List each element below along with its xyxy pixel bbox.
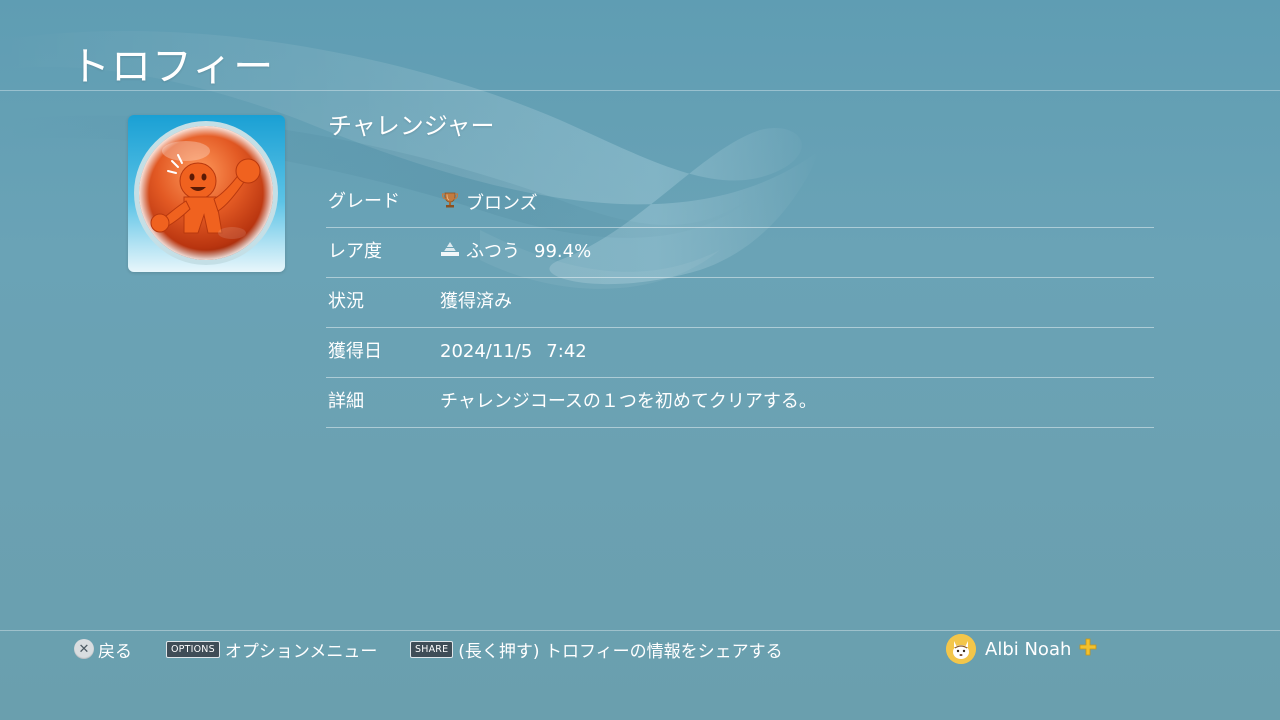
info-label-rarity: レア度 bbox=[328, 241, 382, 262]
rarity-pyramid-icon bbox=[440, 240, 460, 264]
info-label-earned-date: 獲得日 bbox=[328, 341, 382, 362]
info-value-status: 獲得済み bbox=[440, 291, 512, 312]
info-row-status: 状況 獲得済み bbox=[326, 278, 1154, 328]
avatar bbox=[946, 634, 976, 664]
info-value-rarity: ふつう 99.4% bbox=[440, 240, 591, 264]
rarity-text: ふつう bbox=[466, 241, 520, 262]
grade-text: ブロンズ bbox=[466, 192, 538, 214]
bronze-trophy-icon bbox=[440, 190, 460, 217]
back-label: 戻る bbox=[98, 641, 132, 662]
options-label: オプションメニュー bbox=[224, 641, 378, 662]
share-hint[interactable]: SHARE (長く押す) トロフィーの情報をシェアする bbox=[410, 636, 783, 662]
footer-hints: ✕ 戻る OPTIONS オプションメニュー SHARE (長く押す) トロフィ… bbox=[0, 634, 1280, 664]
user-name: Albi Noah bbox=[985, 638, 1072, 660]
info-row-rarity: レア度 ふつう 99.4% bbox=[326, 228, 1154, 278]
info-value-earned-date: 2024/11/5 7:42 bbox=[440, 340, 587, 364]
info-row-details: 詳細 チャレンジコースの１つを初めてクリアする。 bbox=[326, 378, 1154, 428]
share-label: (長く押す) トロフィーの情報をシェアする bbox=[458, 641, 783, 662]
header-divider bbox=[0, 90, 1280, 91]
trophy-image bbox=[128, 115, 285, 272]
info-value-details: チャレンジコースの１つを初めてクリアする。 bbox=[440, 391, 817, 412]
rarity-percent: 99.4% bbox=[534, 241, 592, 262]
share-button-icon: SHARE bbox=[410, 640, 454, 658]
info-label-details: 詳細 bbox=[328, 391, 364, 412]
earned-time-text: 7:42 bbox=[546, 341, 587, 362]
user-profile[interactable]: Albi Noah bbox=[946, 634, 1097, 664]
avatar-image-icon bbox=[946, 634, 976, 664]
footer-divider bbox=[0, 630, 1280, 631]
ps-plus-icon bbox=[1079, 638, 1097, 661]
page-title: トロフィー bbox=[70, 44, 275, 90]
options-button-icon: OPTIONS bbox=[166, 640, 220, 658]
info-label-status: 状況 bbox=[328, 291, 364, 312]
info-value-grade: ブロンズ bbox=[440, 190, 538, 217]
info-label-grade: グレード bbox=[328, 191, 400, 212]
info-row-earned-date: 獲得日 2024/11/5 7:42 bbox=[326, 328, 1154, 378]
cross-button-icon: ✕ bbox=[74, 639, 94, 659]
info-row-grade: グレード ブロンズ bbox=[326, 178, 1154, 228]
trophy-info-table: グレード ブロンズ レア度 ふつう 99.4% 状況 獲得済み 獲得日 2024… bbox=[326, 178, 1154, 428]
earned-date-text: 2024/11/5 bbox=[440, 341, 533, 362]
trophy-art-icon bbox=[134, 121, 278, 265]
back-hint[interactable]: ✕ 戻る bbox=[74, 636, 132, 662]
trophy-name: チャレンジャー bbox=[328, 112, 495, 140]
options-hint[interactable]: OPTIONS オプションメニュー bbox=[166, 636, 377, 662]
